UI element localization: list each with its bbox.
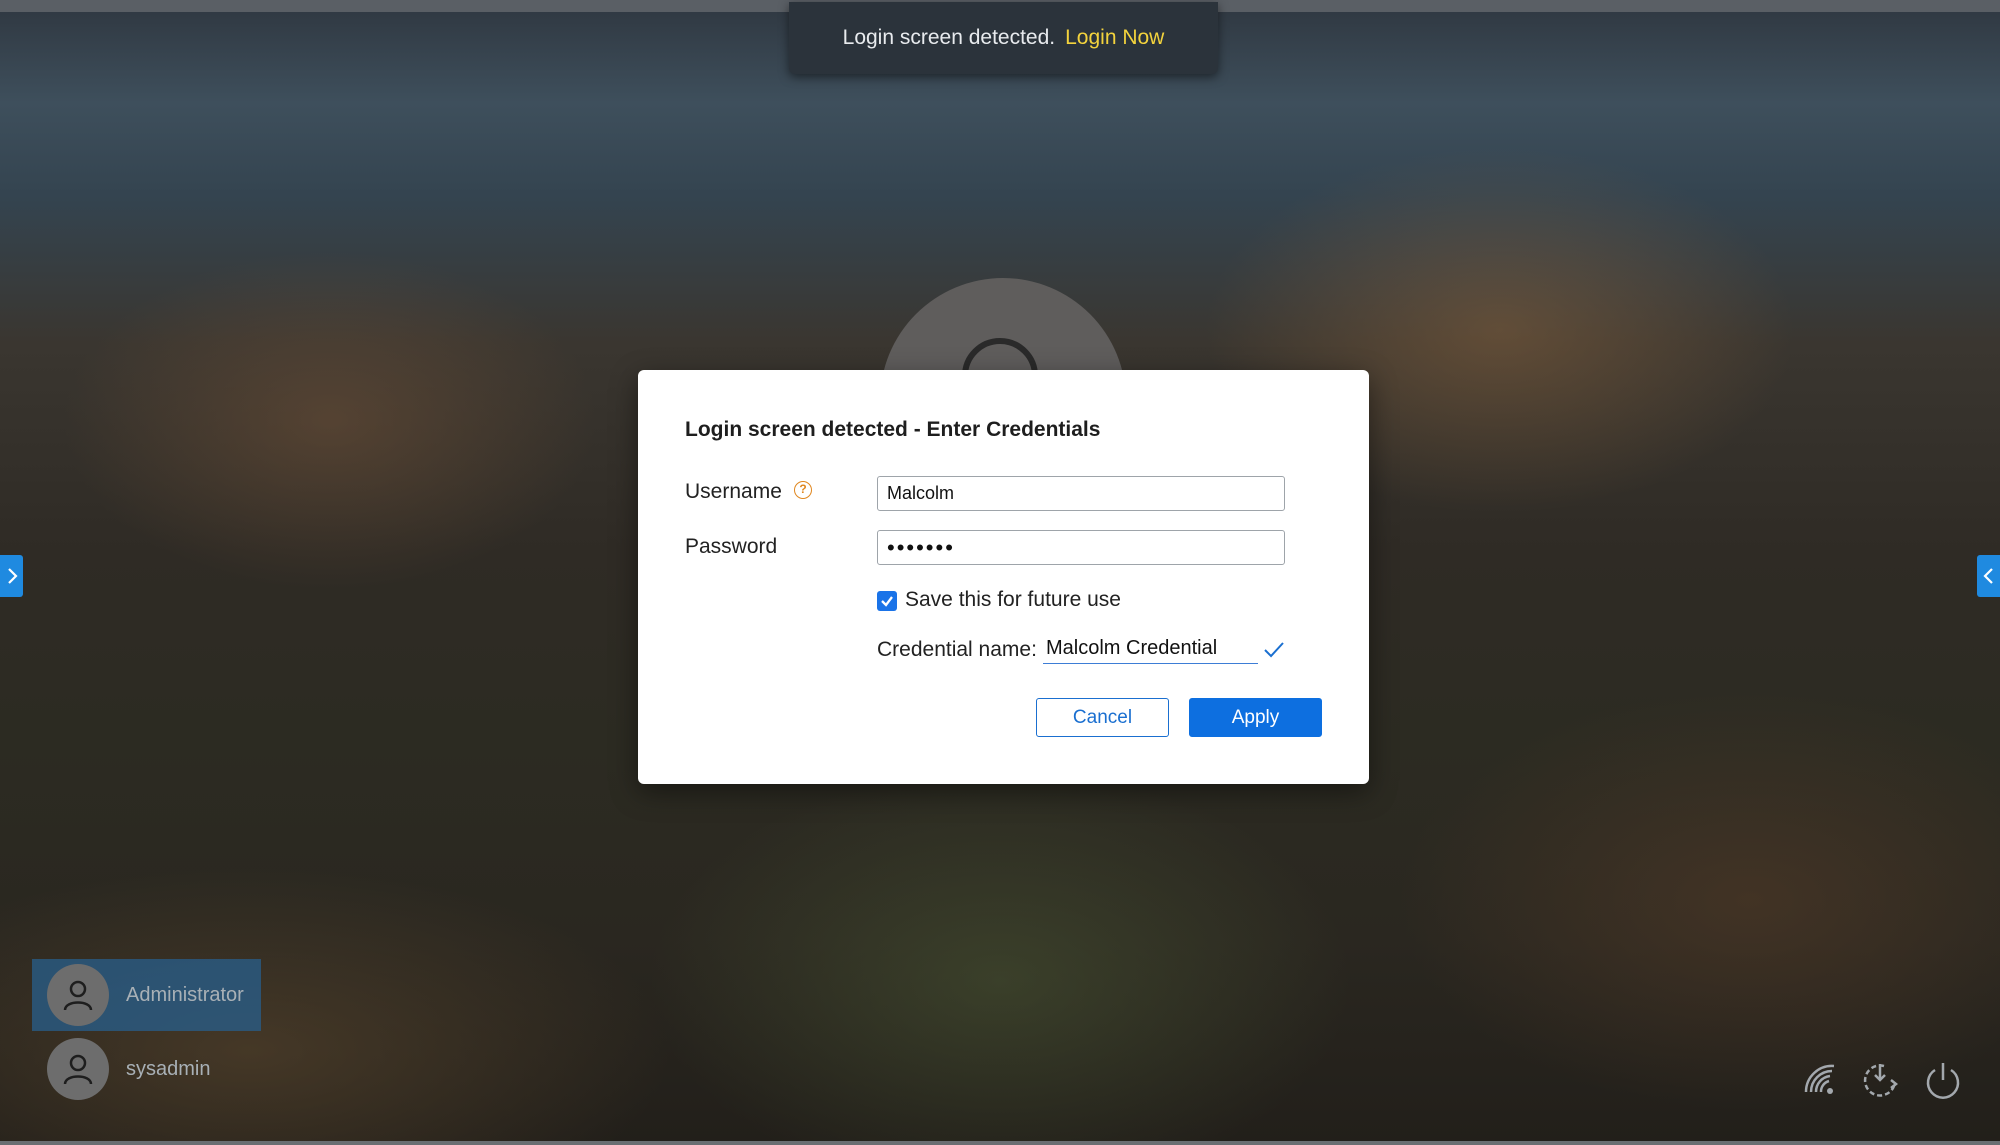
login-screen: Login screen detected. Login Now Login s… — [0, 0, 2000, 1145]
user-name: sysadmin — [126, 1057, 211, 1080]
user-icon — [63, 1054, 93, 1085]
user-icon — [63, 980, 93, 1011]
username-input[interactable] — [877, 476, 1285, 511]
checkmark-icon — [881, 596, 893, 607]
save-for-future-label: Save this for future use — [905, 588, 1121, 611]
credentials-dialog: Login screen detected - Enter Credential… — [638, 370, 1369, 784]
login-now-link[interactable]: Login Now — [1065, 26, 1164, 50]
apply-button[interactable]: Apply — [1189, 698, 1322, 737]
right-panel-tab[interactable] — [1977, 555, 2000, 597]
cancel-button[interactable]: Cancel — [1036, 698, 1169, 737]
power-icon[interactable] — [1921, 1058, 1965, 1102]
user-name: Administrator — [126, 983, 244, 1006]
user-item-sysadmin[interactable]: sysadmin — [32, 1033, 210, 1105]
bottom-edge — [0, 1141, 2000, 1145]
user-avatar — [47, 964, 109, 1026]
chevron-left-icon — [1982, 568, 1993, 584]
login-detected-toast: Login screen detected. Login Now — [789, 2, 1218, 74]
password-label: Password — [685, 535, 778, 558]
network-icon[interactable] — [1800, 1058, 1844, 1102]
save-for-future-checkbox[interactable] — [877, 591, 897, 611]
question-circle-icon[interactable]: ? — [794, 481, 812, 499]
user-item-administrator[interactable]: Administrator — [32, 959, 261, 1031]
username-label: Username — [685, 480, 782, 503]
left-panel-tab[interactable] — [0, 555, 23, 597]
chevron-right-icon — [7, 568, 18, 584]
user-avatar — [47, 1038, 109, 1100]
password-input[interactable] — [877, 530, 1285, 565]
toast-message: Login screen detected. — [842, 26, 1056, 49]
confirm-check-icon[interactable] — [1262, 638, 1286, 662]
dialog-title: Login screen detected - Enter Credential… — [685, 418, 1101, 441]
restart-icon[interactable] — [1858, 1058, 1902, 1102]
credential-name-input[interactable] — [1043, 634, 1258, 664]
credential-name-label: Credential name: — [877, 638, 1037, 661]
